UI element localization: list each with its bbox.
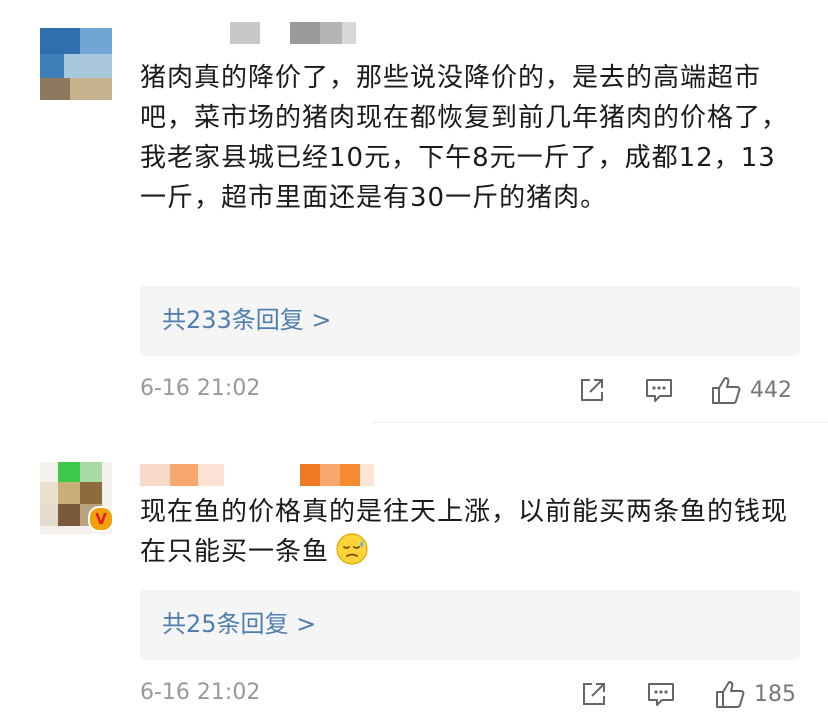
- comment-item: V 现在鱼的价格真的是往天上涨，以前能买两条鱼的钱现在只能买一条鱼 共25条回复…: [0, 440, 828, 725]
- reply-thread-button[interactable]: 共233条回复 >: [140, 286, 800, 356]
- timestamp: 6-16 21:02: [140, 680, 261, 705]
- comment-text: 猪肉真的降价了，那些说没降价的，是去的高端超市吧，菜市场的猪肉现在都恢复到前几年…: [140, 63, 789, 213]
- timestamp: 6-16 21:02: [140, 376, 261, 401]
- like-button[interactable]: 185: [714, 676, 796, 712]
- username-pixelated[interactable]: [140, 22, 370, 46]
- comment-text-content: 现在鱼的价格真的是往天上涨，以前能买两条鱼的钱现在只能买一条鱼: [140, 497, 789, 567]
- comment-meta: 6-16 21:02 442: [140, 370, 800, 410]
- comment-icon: [648, 683, 674, 706]
- comment-text: 现在鱼的价格真的是往天上涨，以前能买两条鱼的钱现在只能买一条鱼: [140, 492, 800, 572]
- verified-badge-icon: V: [88, 506, 114, 532]
- share-button[interactable]: [578, 372, 606, 408]
- username-pixelated[interactable]: [140, 464, 374, 488]
- comment-icon: [646, 379, 672, 402]
- share-icon: [583, 683, 605, 705]
- thumbs-up-icon: [716, 681, 745, 708]
- reply-thread-button[interactable]: 共25条回复 >: [140, 590, 800, 660]
- like-count: 185: [754, 681, 796, 707]
- sweat-face-emoji: [336, 533, 368, 565]
- comment-button[interactable]: [644, 372, 674, 408]
- thumbs-up-icon: [712, 377, 741, 404]
- reply-count-link[interactable]: 共25条回复 >: [162, 606, 316, 642]
- avatar[interactable]: [40, 28, 112, 100]
- like-button[interactable]: 442: [710, 372, 792, 408]
- comment-button[interactable]: [646, 676, 676, 712]
- comment-meta: 6-16 21:02 185: [140, 674, 800, 714]
- comment-divider: [372, 422, 828, 423]
- share-icon: [581, 379, 603, 401]
- comment-item: 猪肉真的降价了，那些说没降价的，是去的高端超市吧，菜市场的猪肉现在都恢复到前几年…: [0, 0, 828, 420]
- like-count: 442: [750, 377, 792, 403]
- share-button[interactable]: [580, 676, 608, 712]
- reply-count-link[interactable]: 共233条回复 >: [162, 302, 332, 338]
